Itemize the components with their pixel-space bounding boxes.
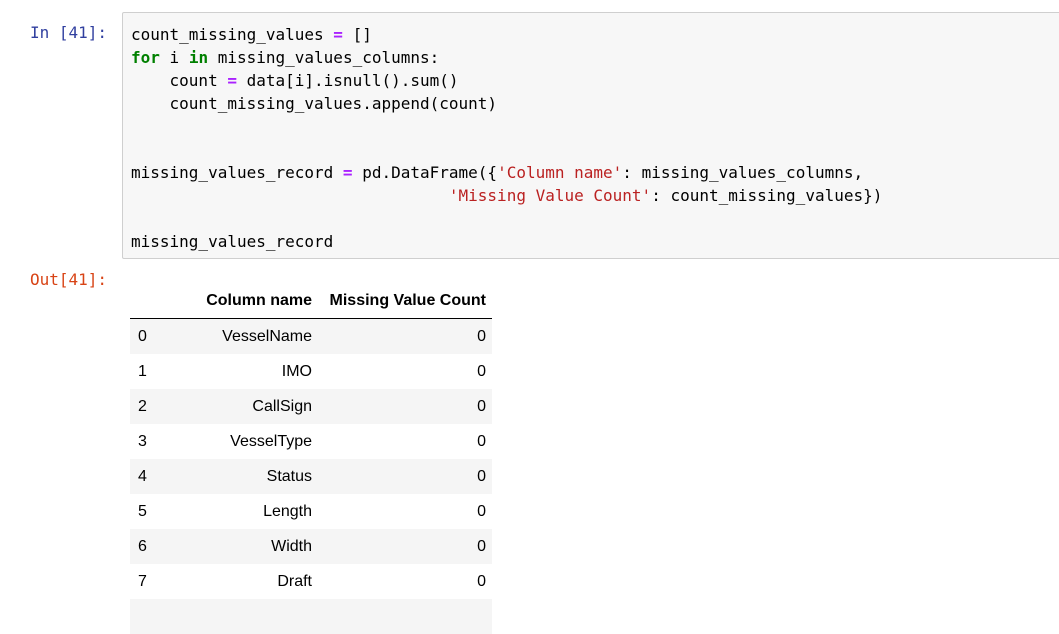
row-column-name: Length: [174, 494, 318, 529]
row-missing-count: 0: [318, 459, 492, 494]
table-row: 0 VesselName 0: [130, 319, 492, 355]
row-index: 5: [130, 494, 174, 529]
header-index: [130, 284, 174, 319]
table-header: Column name Missing Value Count: [130, 284, 492, 319]
input-prompt: In [41]:: [30, 22, 107, 44]
table-row: 1 IMO 0: [130, 354, 492, 389]
row-missing-count: 0: [318, 564, 492, 599]
row-index: 2: [130, 389, 174, 424]
table-row: 7 Draft 0: [130, 564, 492, 599]
row-column-name: Width: [174, 529, 318, 564]
header-missing-count: Missing Value Count: [318, 284, 492, 319]
table-row-partial: [130, 599, 492, 634]
row-missing-count: 0: [318, 389, 492, 424]
row-column-name: Draft: [174, 564, 318, 599]
row-missing-count: 0: [318, 354, 492, 389]
table-body: 0 VesselName 0 1 IMO 0 2 CallSign 0 3 Ve…: [130, 319, 492, 634]
row-column-name: CallSign: [174, 389, 318, 424]
row-index: 0: [130, 319, 174, 355]
header-row: Column name Missing Value Count: [130, 284, 492, 319]
row-column-name: VesselName: [174, 319, 318, 355]
table-row: 2 CallSign 0: [130, 389, 492, 424]
table-row: 5 Length 0: [130, 494, 492, 529]
row-column-name: VesselType: [174, 424, 318, 459]
row-missing-count: 0: [318, 529, 492, 564]
row-missing-count: 0: [318, 494, 492, 529]
row-index: 7: [130, 564, 174, 599]
row-index: 3: [130, 424, 174, 459]
code-editor[interactable]: count_missing_values = [] for i in missi…: [131, 23, 882, 253]
table-row: 4 Status 0: [130, 459, 492, 494]
row-column-name: Status: [174, 459, 318, 494]
table-row: 3 VesselType 0: [130, 424, 492, 459]
row-index: 4: [130, 459, 174, 494]
row-index: 1: [130, 354, 174, 389]
row-missing-count: 0: [318, 319, 492, 355]
dataframe-table: Column name Missing Value Count 0 Vessel…: [130, 284, 492, 634]
output-prompt: Out[41]:: [30, 269, 107, 291]
header-column-name: Column name: [174, 284, 318, 319]
row-column-name: IMO: [174, 354, 318, 389]
row-index: 6: [130, 529, 174, 564]
table-row: 6 Width 0: [130, 529, 492, 564]
code-cell[interactable]: count_missing_values = [] for i in missi…: [122, 12, 1059, 259]
row-missing-count: 0: [318, 424, 492, 459]
